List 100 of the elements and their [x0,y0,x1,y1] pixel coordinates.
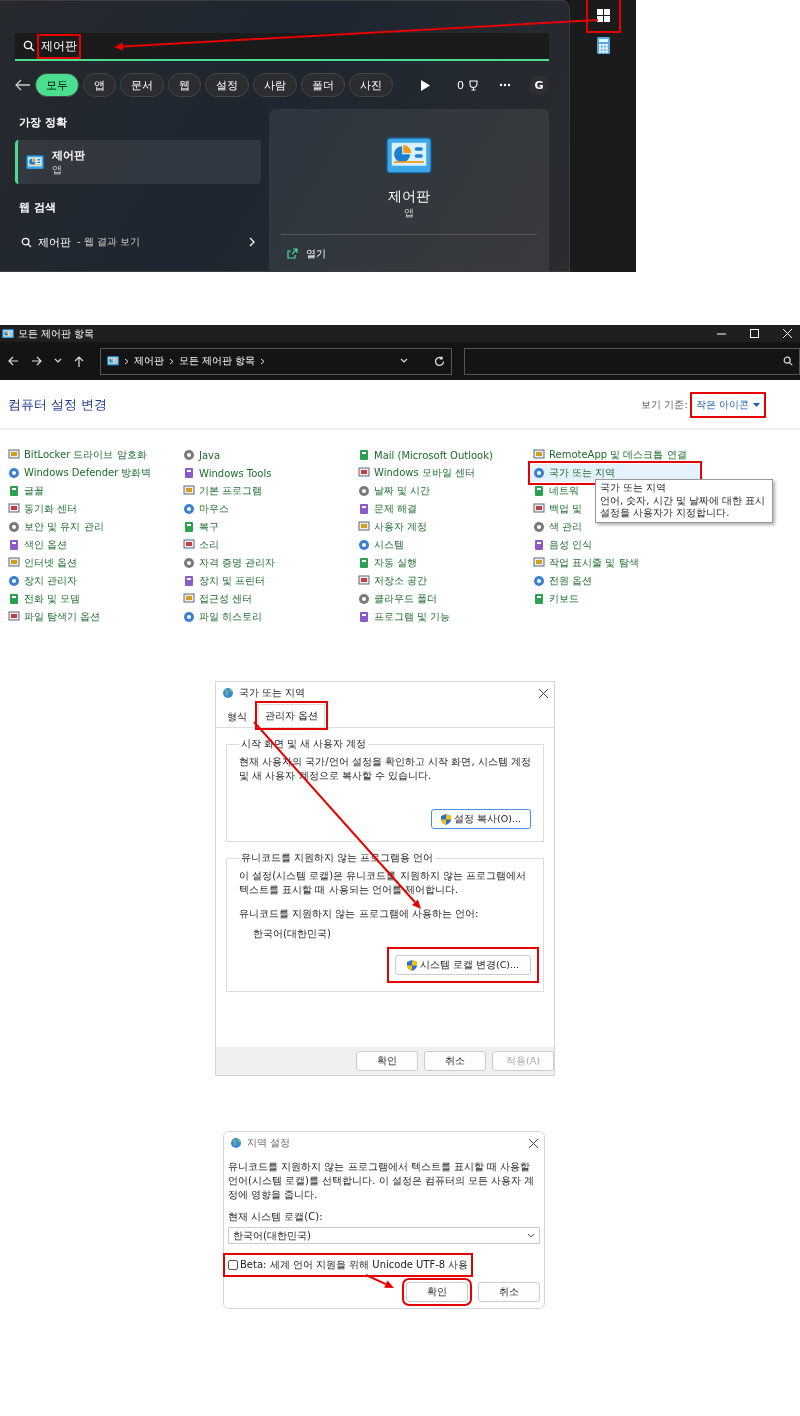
applet-link[interactable]: 작업 표시줄 및 탐색 [531,554,706,572]
applet-link[interactable]: 색인 옵션 [6,536,181,554]
breadcrumb-item[interactable]: 모든 제어판 항목 [179,354,256,368]
applet-link[interactable]: 키보드 [531,590,706,608]
applet-link[interactable]: 동기화 센터 [6,500,181,518]
chevron-down-icon [527,1233,535,1238]
dialog-button[interactable]: 확인 [356,1051,418,1071]
applet-link[interactable]: 자동 실행 [356,554,531,572]
applet-icon [8,557,20,569]
maximize-icon[interactable] [750,329,759,338]
applet-link[interactable]: 파일 탐색기 옵션 [6,608,181,626]
applet-link[interactable]: 음성 인식 [531,536,706,554]
filter-tab[interactable]: 앱 [83,73,116,97]
applet-link[interactable]: 프로그램 및 기능 [356,608,531,626]
view-dropdown[interactable]: 작은 아이콘 [695,398,760,412]
address-bar[interactable]: 제어판 모든 제어판 항목 [100,347,452,375]
applet-link[interactable]: 인터넷 옵션 [6,554,181,572]
applet-link[interactable]: 소리 [181,536,356,554]
applet-link[interactable]: 전원 옵션 [531,572,706,590]
applet-icon [358,539,370,551]
checkbox[interactable] [228,1260,238,1270]
search-field[interactable]: 제어판 [15,33,549,61]
dialog-tab[interactable]: 관리자 옵션 [258,704,326,727]
up-arrow-icon[interactable] [74,355,84,367]
close-icon[interactable] [539,688,548,698]
applet-link[interactable]: 국가 또는 지역 [531,464,699,482]
applet-link[interactable]: 클라우드 폴더 [356,590,531,608]
web-result-item[interactable]: 제어판 - 웹 결과 보기 [15,229,261,255]
applet-link[interactable]: 글꼴 [6,482,181,500]
applet-link[interactable]: 기본 프로그램 [181,482,356,500]
applet-link[interactable]: 장치 관리자 [6,572,181,590]
open-action[interactable]: 열기 [269,242,549,265]
applet-link[interactable]: Windows 모바일 센터 [356,464,531,482]
search-field[interactable] [464,347,800,375]
applet-link[interactable]: Windows Defender 방화벽 [6,464,181,482]
applet-icon [183,521,195,533]
filter-tab[interactable]: 웹 [168,73,201,97]
section-heading: 웹 검색 [18,200,57,216]
filter-tab[interactable]: 사람 [253,73,297,97]
globe-icon [222,687,234,699]
applet-icon [183,557,195,569]
search-icon [21,236,32,248]
applet-link[interactable]: RemoteApp 및 데스크톱 연결 [531,446,706,464]
filter-tab[interactable]: 문서 [120,73,164,97]
change-locale-button[interactable]: 시스템 로캘 변경(C)... [395,955,531,975]
calculator-icon[interactable] [596,37,610,54]
applet-icon [8,593,20,605]
applet-link[interactable]: 복구 [181,518,356,536]
locale-dropdown[interactable]: 한국어(대한민국) [228,1227,540,1244]
applet-link[interactable]: 장치 및 프린터 [181,572,356,590]
dialog-button[interactable]: 취소 [424,1051,486,1071]
best-match-item[interactable]: 제어판 앱 [15,140,261,184]
filter-tab[interactable]: 모두 [35,73,79,97]
view-label: 보기 기준: [641,398,688,412]
filter-tab[interactable]: 폴더 [301,73,345,97]
play-icon[interactable] [420,79,430,91]
applet-icon [533,503,545,515]
back-arrow-icon[interactable] [15,79,31,91]
globe-icon [230,1137,242,1149]
applet-link[interactable]: 접근성 센터 [181,590,356,608]
account-avatar[interactable]: G [529,75,549,95]
annotation-arrow [365,1274,394,1288]
windows-logo-icon [596,9,610,22]
forward-arrow-icon[interactable] [31,356,42,366]
filter-tab[interactable]: 사진 [349,73,393,97]
breadcrumb-item[interactable]: 제어판 [134,354,164,368]
applet-link[interactable]: 사용자 계정 [356,518,531,536]
refresh-icon[interactable] [434,355,445,367]
applet-icon [8,539,20,551]
back-arrow-icon[interactable] [8,356,19,366]
applet-link[interactable]: Mail (Microsoft Outlook) [356,446,531,464]
external-link-icon [287,248,298,260]
applet-link[interactable]: Java [181,446,356,464]
applet-link[interactable]: 저장소 공간 [356,572,531,590]
applet-link[interactable]: 문제 해결 [356,500,531,518]
dialog-title: 국가 또는 지역 [239,686,306,700]
applet-icon [183,503,195,515]
close-icon[interactable] [529,1138,538,1148]
more-icon[interactable] [499,83,511,87]
dialog-button[interactable]: 취소 [478,1282,540,1302]
applet-link[interactable]: 파일 히스토리 [181,608,356,626]
tooltip-title: 국가 또는 지역 [600,482,668,495]
checkbox-label: Beta: 세계 언어 지원을 위해 Unicode UTF-8 사용 [240,1258,469,1272]
copy-settings-button[interactable]: 설정 복사(O)... [431,809,531,829]
applet-icon [358,467,370,479]
chevron-down-icon[interactable] [54,358,62,364]
applet-link[interactable]: BitLocker 드라이브 암호화 [6,446,181,464]
applet-link[interactable]: 날짜 및 시간 [356,482,531,500]
applet-link[interactable]: 보안 및 유지 관리 [6,518,181,536]
chevron-down-icon[interactable] [400,358,408,364]
search-icon [783,356,793,366]
applet-link[interactable]: 색 관리 [531,518,706,536]
applet-link[interactable]: 시스템 [356,536,531,554]
applet-link[interactable]: Windows Tools [181,464,356,482]
applet-icon [358,557,370,569]
applet-link[interactable]: 전화 및 모뎀 [6,590,181,608]
applet-link[interactable]: 자격 증명 관리자 [181,554,356,572]
applet-link[interactable]: 마우스 [181,500,356,518]
field-label: 유니코드를 지원하지 않는 프로그램에 사용하는 언어: [239,907,480,921]
filter-tab[interactable]: 설정 [205,73,249,97]
